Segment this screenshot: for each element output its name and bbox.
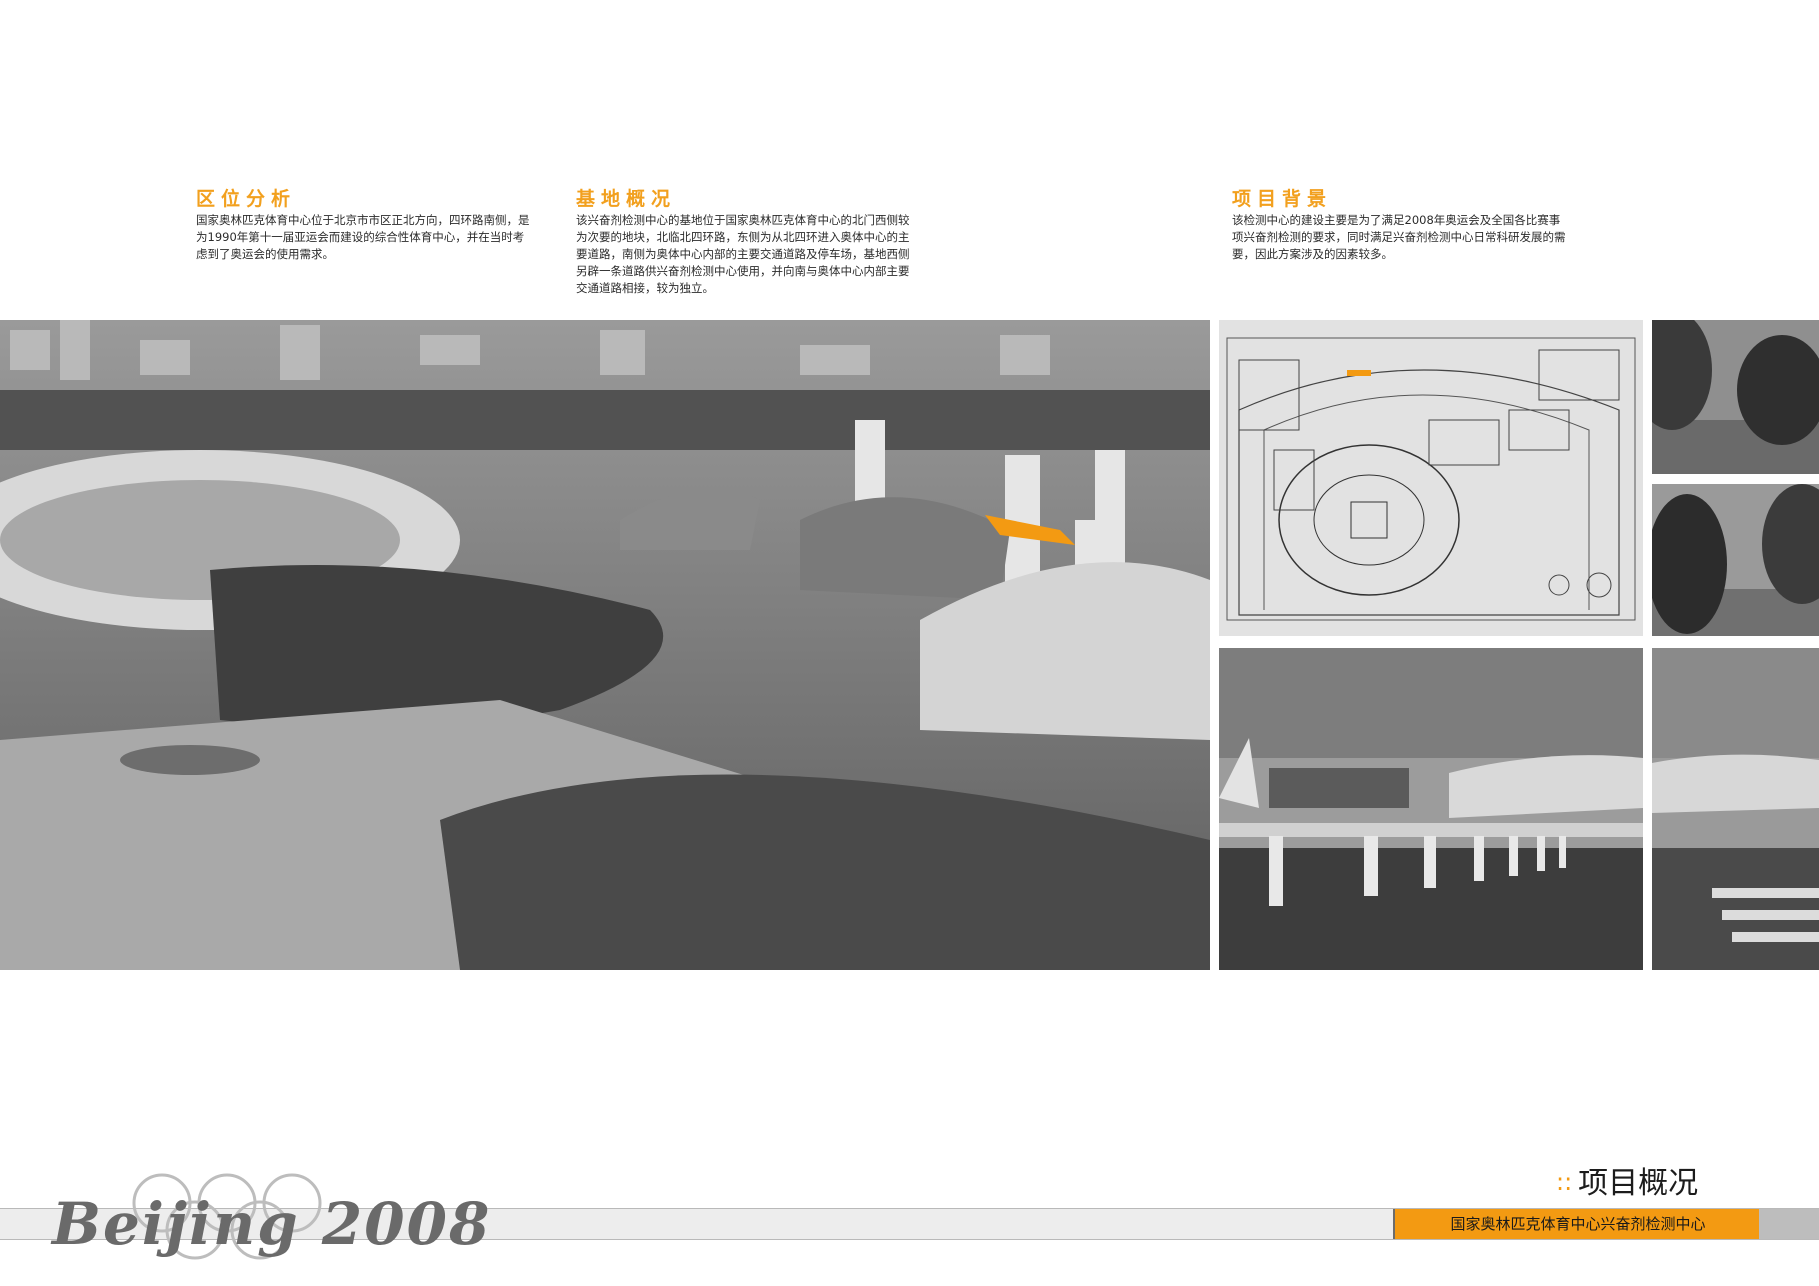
section-location: 区位分析 国家奥林匹克体育中心位于北京市市区正北方向，四环路南侧，是为1990年… (196, 188, 532, 263)
photo-trees-2 (1652, 484, 1819, 636)
photo-stadium-colonnade-graphic (1219, 648, 1643, 970)
beijing-2008-logo: Beijing 2008 (52, 1168, 489, 1278)
photo-trees-1 (1652, 320, 1819, 474)
photo-stadium-colonnade (1219, 648, 1643, 970)
section-title: 基地概况 (576, 188, 677, 210)
aerial-photo (0, 320, 1210, 970)
photo-stadium-steps (1652, 648, 1819, 970)
section-title: 项目背景 (1232, 188, 1333, 210)
site-plan (1219, 320, 1643, 636)
title-dots: :: (1556, 1168, 1573, 1196)
section-background: 项目背景 该检测中心的建设主要是为了满足2008年奥运会及全国各比赛事项兴奋剂检… (1232, 188, 1568, 263)
section-title: 区位分析 (196, 188, 297, 210)
page-title: :: 项目概况 (1556, 1162, 1698, 1202)
photo-trees-1-graphic (1652, 320, 1819, 474)
section-body: 该检测中心的建设主要是为了满足2008年奥运会及全国各比赛事项兴奋剂检测的要求，… (1232, 213, 1566, 261)
site-plan-graphic (1219, 320, 1643, 636)
footer-gray-block (1759, 1209, 1819, 1239)
footer-project-name: 国家奥林匹克体育中心兴奋剂检测中心 (1393, 1209, 1761, 1239)
aerial-photo-graphic (0, 320, 1210, 970)
logo-text: Beijing 2008 (52, 1190, 492, 1258)
photo-stadium-steps-graphic (1652, 648, 1819, 970)
photo-trees-2-graphic (1652, 484, 1819, 636)
section-body: 国家奥林匹克体育中心位于北京市市区正北方向，四环路南侧，是为1990年第十一届亚… (196, 213, 530, 261)
section-body: 该兴奋剂检测中心的基地位于国家奥林匹克体育中心的北门西侧较为次要的地块，北临北四… (576, 213, 910, 295)
page-title-text: 项目概况 (1578, 1166, 1699, 1201)
section-site: 基地概况 该兴奋剂检测中心的基地位于国家奥林匹克体育中心的北门西侧较为次要的地块… (576, 188, 910, 297)
